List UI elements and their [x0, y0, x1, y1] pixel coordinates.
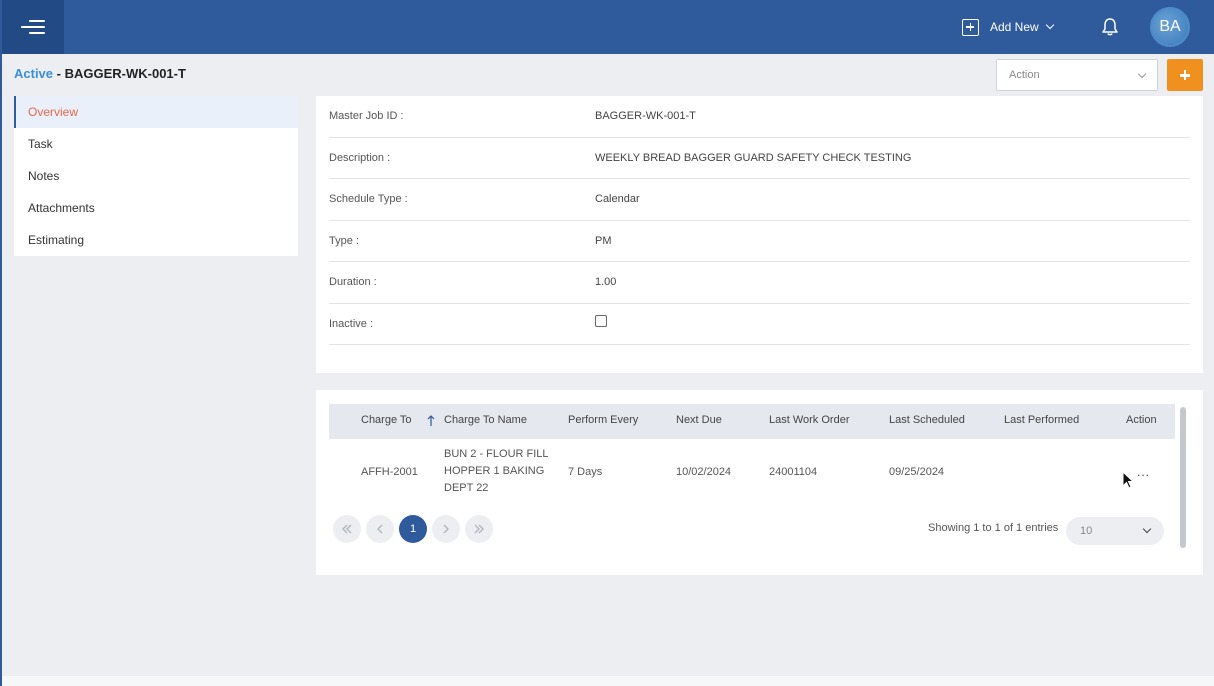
field-master-job-id: Master Job ID : BAGGER-WK-001-T [329, 96, 1190, 138]
column-header-last-scheduled[interactable]: Last Scheduled [889, 414, 965, 426]
hamburger-icon [21, 16, 45, 38]
sidebar-item-task[interactable]: Task [14, 128, 298, 160]
next-page-button[interactable] [432, 515, 460, 543]
overview-details-card: Master Job ID : BAGGER-WK-001-T Descript… [316, 96, 1203, 373]
action-select[interactable]: Action [996, 59, 1158, 91]
field-label: Schedule Type : [329, 193, 408, 206]
field-value: PM [595, 234, 612, 247]
field-value: BAGGER-WK-001-T [595, 110, 696, 123]
cell-line: HOPPER 1 BAKING [444, 465, 545, 477]
cell-last-scheduled: 09/25/2024 [889, 466, 945, 478]
table-row[interactable]: AFFH-2001 BUN 2 - FLOUR FILL HOPPER 1 BA… [329, 443, 1175, 503]
chevron-down-icon [1137, 69, 1147, 79]
sidebar-item-estimating[interactable]: Estimating [14, 224, 298, 256]
mouse-cursor-icon [1122, 471, 1134, 489]
field-value: WEEKLY BREAD BAGGER GUARD SAFETY CHECK T… [595, 151, 912, 164]
page-size-value: 10 [1080, 525, 1093, 537]
hamburger-menu-button[interactable] [2, 0, 64, 54]
page-title: Active - BAGGER-WK-001-T [14, 66, 186, 81]
cell-charge-to: AFFH-2001 [361, 466, 418, 478]
field-duration: Duration : 1.00 [329, 262, 1190, 304]
field-description: Description : WEEKLY BREAD BAGGER GUARD … [329, 138, 1190, 179]
chevron-down-icon [1045, 20, 1054, 30]
table-scrollbar[interactable] [1180, 407, 1186, 548]
field-label: Type : [329, 234, 359, 247]
entries-info: Showing 1 to 1 of 1 entries [928, 522, 1059, 534]
row-action-menu-button[interactable]: ... [1137, 465, 1150, 479]
field-label: Inactive : [329, 317, 374, 330]
field-value: 1.00 [595, 276, 617, 289]
field-schedule-type: Schedule Type : Calendar [329, 179, 1190, 221]
field-label: Description : [329, 151, 391, 164]
title-separator: - [53, 66, 65, 81]
add-new-dropdown[interactable]: Add New [962, 17, 1054, 37]
sidebar-item-attachments[interactable]: Attachments [14, 192, 298, 224]
field-label: Duration : [329, 276, 377, 289]
cell-perform-every: 7 Days [568, 466, 603, 478]
cell-line: BUN 2 - FLOUR FILL [444, 448, 549, 460]
sidebar-item-notes[interactable]: Notes [14, 160, 298, 192]
column-header-charge-to-name[interactable]: Charge To Name [444, 414, 527, 426]
cell-last-work-order: 24001104 [769, 466, 818, 478]
add-new-label: Add New [990, 20, 1039, 34]
cell-line: DEPT 22 [444, 482, 489, 494]
pagination: 1 [333, 515, 498, 543]
cell-charge-to-name: BUN 2 - FLOUR FILL HOPPER 1 BAKING DEPT … [444, 446, 549, 497]
sidebar-item-overview[interactable]: Overview [14, 96, 298, 128]
page-number-button[interactable]: 1 [399, 515, 427, 543]
sidebar-nav: Overview Task Notes Attachments Estimati… [14, 96, 298, 256]
column-header-action: Action [1126, 414, 1157, 426]
status-label: Active [14, 66, 54, 81]
field-label: Master Job ID : [329, 110, 404, 123]
action-select-placeholder: Action [1009, 69, 1040, 81]
prev-page-button[interactable] [366, 515, 394, 543]
bell-icon[interactable] [1100, 17, 1120, 37]
column-header-last-work-order[interactable]: Last Work Order [769, 414, 850, 426]
field-inactive: Inactive : [329, 304, 1190, 345]
cell-next-due: 10/02/2024 [676, 466, 732, 478]
add-button[interactable] [1167, 59, 1203, 91]
sort-up-icon[interactable] [427, 415, 435, 427]
page-size-select[interactable]: 10 [1066, 517, 1164, 545]
column-header-last-performed[interactable]: Last Performed [1004, 414, 1079, 426]
field-type: Type : PM [329, 221, 1190, 262]
column-header-charge-to[interactable]: Charge To [361, 414, 412, 426]
last-page-button[interactable] [465, 515, 493, 543]
double-chevron-left-icon [342, 524, 352, 534]
column-header-next-due[interactable]: Next Due [676, 414, 722, 426]
add-box-icon [962, 18, 979, 36]
top-navbar: Add New BA [2, 0, 1214, 54]
schedule-table-card: Charge To Charge To Name Perform Every N… [316, 390, 1203, 575]
job-id-title: BAGGER-WK-001-T [64, 66, 186, 81]
user-avatar[interactable]: BA [1150, 7, 1190, 47]
table-header: Charge To Charge To Name Perform Every N… [329, 404, 1175, 439]
inactive-checkbox[interactable] [595, 314, 607, 327]
chevron-right-icon [443, 524, 449, 534]
chevron-down-icon [1142, 524, 1152, 534]
bottom-strip [2, 676, 1214, 686]
column-header-perform-every[interactable]: Perform Every [568, 414, 638, 426]
chevron-left-icon [377, 524, 383, 534]
first-page-button[interactable] [333, 515, 361, 543]
double-chevron-right-icon [474, 524, 484, 534]
field-value: Calendar [595, 193, 640, 206]
